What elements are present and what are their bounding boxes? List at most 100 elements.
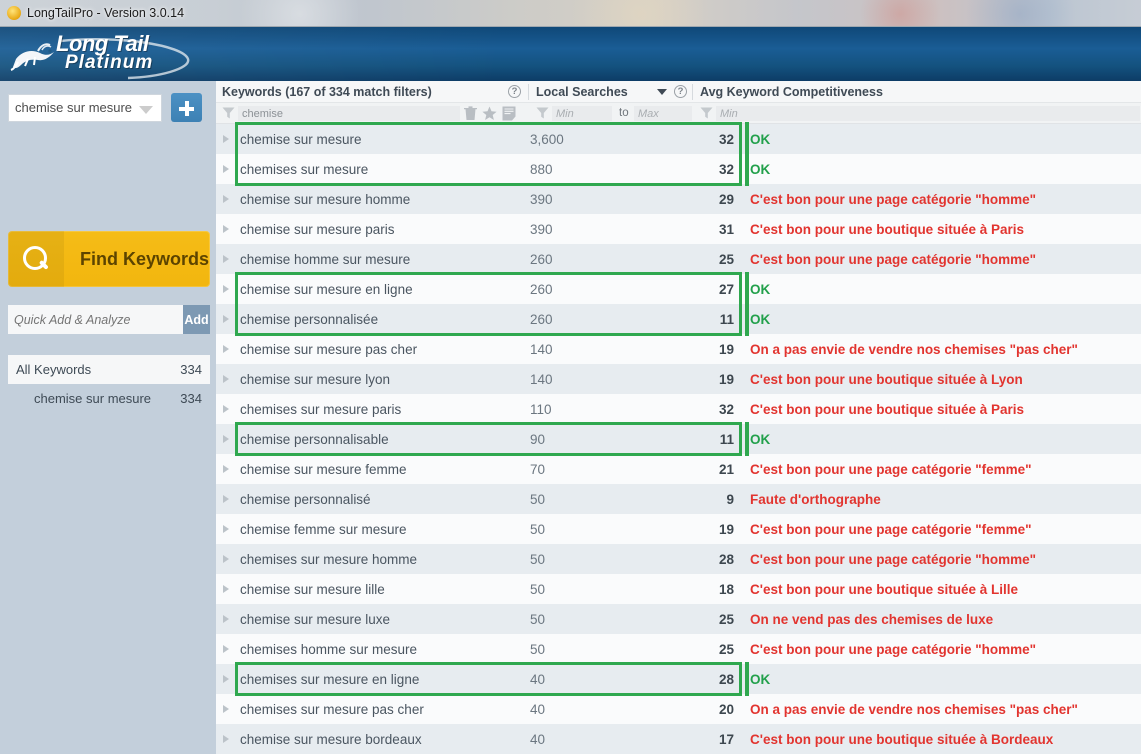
search-icon	[23, 246, 49, 272]
cell-local-searches: 50	[530, 521, 546, 537]
table-row[interactable]: chemises sur mesure en ligne 40 28 OK	[216, 664, 1141, 694]
table-row[interactable]: chemise sur mesure paris 390 31 C'est bon p…	[216, 214, 1141, 244]
table-row[interactable]: chemise sur mesure 3,600 32 OK	[216, 124, 1141, 154]
table-row[interactable]: chemises sur mesure homme 50 28 C'est bon p…	[216, 544, 1141, 574]
cell-keyword: chemises sur mesure pas cher	[240, 701, 424, 717]
table-row[interactable]: chemises homme sur mesure 50 25 C'est bon p…	[216, 634, 1141, 664]
table-row[interactable]: chemise homme sur mesure 260 25 C'est bon p…	[216, 244, 1141, 274]
expand-row-icon[interactable]	[223, 255, 229, 263]
cell-keyword: chemises sur mesure paris	[240, 401, 402, 417]
expand-row-icon[interactable]	[223, 495, 229, 503]
expand-row-icon[interactable]	[223, 645, 229, 653]
expand-row-icon[interactable]	[223, 585, 229, 593]
expand-row-icon[interactable]	[223, 225, 229, 233]
local-searches-max-input[interactable]: Max	[634, 106, 692, 121]
expand-row-icon[interactable]	[223, 165, 229, 173]
table-row[interactable]: chemise sur mesure luxe 50 25 On ne vend pa…	[216, 604, 1141, 634]
expand-row-icon[interactable]	[223, 705, 229, 713]
cell-local-searches: 50	[530, 551, 546, 567]
table-row[interactable]: chemise sur mesure lille 50 18 C'est bon po…	[216, 574, 1141, 604]
chevron-down-icon	[139, 105, 153, 114]
table-row[interactable]: chemise sur mesure femme 70 21 C'est bon po…	[216, 454, 1141, 484]
column-header-local-searches[interactable]: Local Searches	[536, 81, 628, 103]
trash-icon[interactable]	[464, 106, 477, 126]
sidebar-item-chemise-sur-mesure[interactable]: chemise sur mesure 334	[8, 384, 210, 413]
star-icon[interactable]	[482, 106, 497, 126]
brand-wordmark: Long Tail Platinum	[56, 32, 153, 72]
cell-local-searches: 70	[530, 461, 546, 477]
table-row[interactable]: chemises sur mesure pas cher 40 20 On a pas…	[216, 694, 1141, 724]
cell-local-searches: 40	[530, 731, 546, 747]
find-keywords-icon-box	[8, 231, 64, 287]
annotation-warning: C'est bon pour une boutique située à Par…	[750, 401, 1024, 417]
cell-local-searches: 140	[530, 341, 553, 357]
table-row[interactable]: chemise femme sur mesure 50 19 C'est bon po…	[216, 514, 1141, 544]
cell-local-searches: 260	[530, 281, 553, 297]
expand-row-icon[interactable]	[223, 435, 229, 443]
annotation-ok: OK	[750, 671, 771, 687]
table-row[interactable]: chemise personnalisable 90 11 OK	[216, 424, 1141, 454]
cell-keyword: chemises sur mesure homme	[240, 551, 418, 567]
find-keywords-button[interactable]: Find Keywords	[8, 231, 210, 287]
expand-row-icon[interactable]	[223, 405, 229, 413]
local-searches-range-label: to	[619, 107, 629, 119]
annotation-marker-bar	[745, 122, 749, 186]
expand-row-icon[interactable]	[223, 135, 229, 143]
expand-row-icon[interactable]	[223, 195, 229, 203]
sidebar: chemise sur mesure Find Keywords Add All…	[0, 81, 216, 754]
cell-local-searches: 260	[530, 251, 553, 267]
table-row[interactable]: chemise personnalisé 50 9 Faute d'orthograp…	[216, 484, 1141, 514]
column-header-keywords[interactable]: Keywords (167 of 334 match filters)	[222, 81, 432, 103]
quick-add-button[interactable]: Add	[183, 305, 210, 334]
cell-avg-keyword-competitiveness: 19	[718, 521, 734, 537]
sort-desc-icon[interactable]	[657, 89, 667, 95]
table-row[interactable]: chemises sur mesure 880 32 OK	[216, 154, 1141, 184]
cell-avg-keyword-competitiveness: 28	[718, 551, 734, 567]
annotation-warning: Faute d'orthographe	[750, 491, 881, 507]
annotation-ok: OK	[750, 431, 771, 447]
table-row[interactable]: chemise sur mesure bordeaux 40 17 C'est bon…	[216, 724, 1141, 754]
expand-row-icon[interactable]	[223, 555, 229, 563]
keyword-project-select[interactable]: chemise sur mesure	[8, 93, 162, 122]
filter-icon[interactable]	[222, 107, 235, 119]
table-row[interactable]: chemise sur mesure lyon 140 19 C'est bon po…	[216, 364, 1141, 394]
expand-row-icon[interactable]	[223, 375, 229, 383]
sidebar-item-all-keywords[interactable]: All Keywords 334	[8, 355, 210, 384]
expand-row-icon[interactable]	[223, 285, 229, 293]
filter-icon[interactable]	[536, 107, 549, 119]
cell-local-searches: 140	[530, 371, 553, 387]
expand-row-icon[interactable]	[223, 735, 229, 743]
quick-add-input[interactable]	[8, 305, 183, 334]
table-row[interactable]: chemise sur mesure pas cher 140 19 On a pas…	[216, 334, 1141, 364]
expand-row-icon[interactable]	[223, 315, 229, 323]
table-row[interactable]: chemise sur mesure homme 390 29 C'est bon p…	[216, 184, 1141, 214]
cell-keyword: chemise sur mesure homme	[240, 191, 411, 207]
expand-row-icon[interactable]	[223, 525, 229, 533]
cell-keyword: chemise sur mesure femme	[240, 461, 407, 477]
cell-keyword: chemise femme sur mesure	[240, 521, 407, 537]
table-row[interactable]: chemise sur mesure en ligne 260 27 OK	[216, 274, 1141, 304]
table-row[interactable]: chemise personnalisée 260 11 OK	[216, 304, 1141, 334]
local-searches-min-input[interactable]: Min	[552, 106, 612, 121]
annotation-warning: C'est bon pour une page catégorie "homme…	[750, 641, 1037, 657]
keyword-filter-input[interactable]: chemise	[238, 106, 460, 121]
add-project-button[interactable]	[171, 93, 202, 122]
annotation-warning: C'est bon pour une page catégorie "homme…	[750, 251, 1037, 267]
help-icon[interactable]: ?	[508, 85, 521, 98]
annotation-warning: C'est bon pour une page catégorie "homme…	[750, 191, 1037, 207]
keyword-grid: Keywords (167 of 334 match filters) ? Lo…	[216, 81, 1141, 754]
akc-min-input[interactable]: Min	[716, 106, 1140, 121]
filter-icon[interactable]	[700, 107, 713, 119]
cell-avg-keyword-competitiveness: 17	[718, 731, 734, 747]
cell-avg-keyword-competitiveness: 18	[718, 581, 734, 597]
column-header-avg-keyword-competitiveness[interactable]: Avg Keyword Competitiveness	[700, 81, 883, 103]
notes-icon[interactable]	[502, 106, 516, 126]
table-row[interactable]: chemises sur mesure paris 110 32 C'est bon …	[216, 394, 1141, 424]
expand-row-icon[interactable]	[223, 675, 229, 683]
cell-local-searches: 3,600	[530, 131, 564, 147]
expand-row-icon[interactable]	[223, 345, 229, 353]
expand-row-icon[interactable]	[223, 465, 229, 473]
annotation-marker-bar	[745, 422, 749, 456]
help-icon[interactable]: ?	[674, 85, 687, 98]
expand-row-icon[interactable]	[223, 615, 229, 623]
